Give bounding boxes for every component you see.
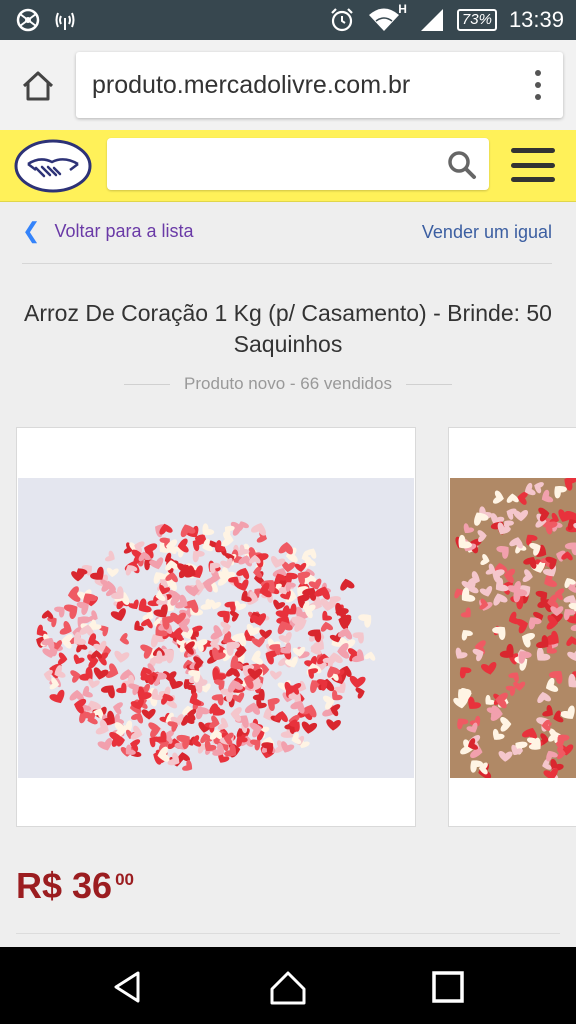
sell-similar-link[interactable]: Vender um igual [422,222,552,243]
network-badge: H [398,2,407,16]
wifi-icon [368,8,399,31]
home-icon[interactable] [268,967,308,1007]
product-photo [18,478,414,778]
product-title: Arroz De Coração 1 Kg (p/ Casamento) - B… [24,300,552,357]
home-icon[interactable] [20,68,56,104]
mercadolivre-logo[interactable] [14,138,92,194]
system-nav-bar [0,947,576,1024]
back-to-list-link[interactable]: ❮ Voltar para a lista [22,220,194,242]
browser-toolbar: produto.mercadolivre.com.br [0,40,576,130]
product-photo-next [450,478,576,778]
back-icon[interactable] [108,967,148,1007]
product-condition-text: Produto novo - 66 vendidos [184,374,392,393]
status-bar: H 73% 13:39 [0,0,576,40]
search-input[interactable] [107,138,489,190]
divider [22,263,552,264]
product-photo-card-next[interactable] [448,427,576,827]
recents-icon[interactable] [428,967,468,1007]
settings-icon [16,8,40,32]
site-header [0,130,576,202]
chevron-left-icon: ❮ [22,218,41,243]
back-to-list-label: Voltar para a lista [54,220,194,241]
signal-broadcast-icon [55,12,75,30]
divider [16,933,560,934]
product-photo-card[interactable] [16,427,416,827]
url-text: produto.mercadolivre.com.br [92,71,411,99]
search-icon[interactable] [447,150,477,180]
menu-icon[interactable] [511,148,555,182]
product-page: ❮ Voltar para a lista Vender um igual Ar… [0,202,576,947]
price-cents: 00 [115,870,134,889]
cell-signal-icon [420,9,443,31]
address-bar[interactable]: produto.mercadolivre.com.br [76,52,563,118]
product-condition: Produto novo - 66 vendidos [124,374,453,394]
price-amount: R$ 36 [16,865,113,906]
more-vert-icon[interactable] [533,70,543,100]
alarm-icon [331,8,353,32]
clock: 13:39 [508,7,564,32]
battery-icon: 73% [456,9,497,31]
product-price: R$ 36 00 [16,866,134,906]
